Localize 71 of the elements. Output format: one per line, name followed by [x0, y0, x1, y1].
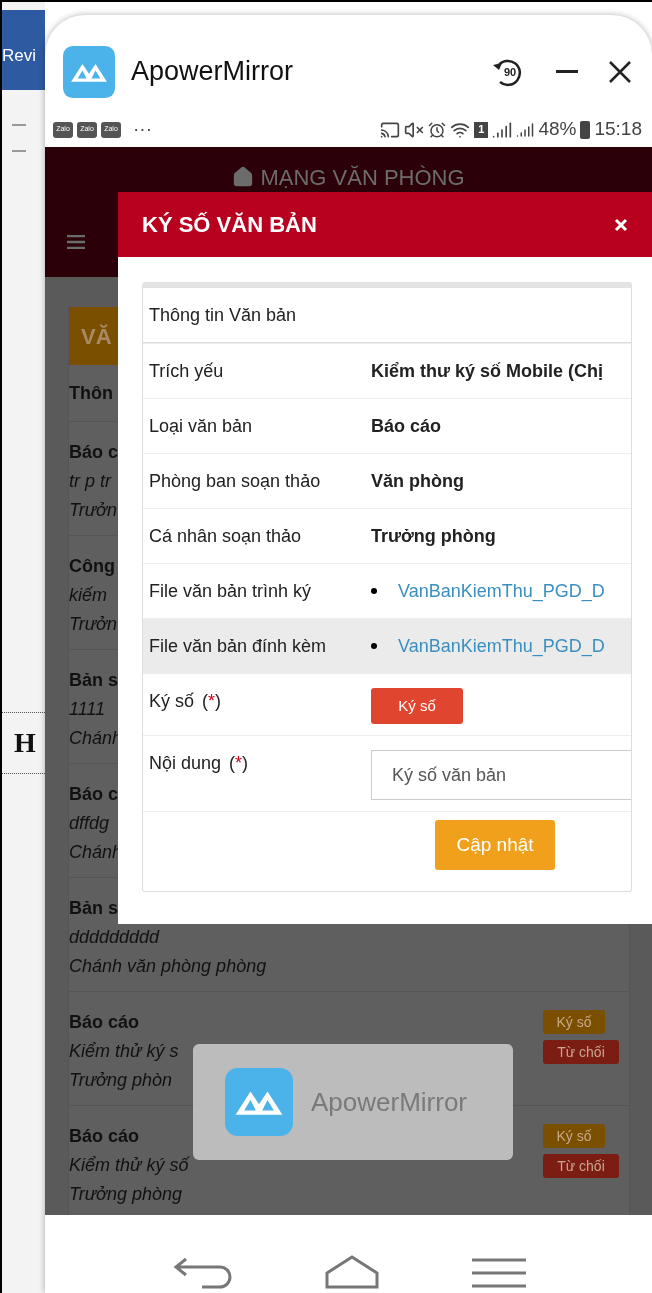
- battery-icon: [580, 120, 591, 139]
- document-title: Báo cáo: [69, 1125, 141, 1148]
- menu-icon[interactable]: [67, 235, 85, 249]
- bullet-icon: [371, 643, 377, 649]
- signal-icon: [516, 120, 535, 139]
- document-title: Báo c: [69, 441, 119, 464]
- document-author: Trưởn: [69, 499, 118, 522]
- file-link[interactable]: VanBanKiemThu_PGD_D: [398, 632, 605, 660]
- back-icon[interactable]: [171, 1255, 232, 1289]
- tab-text: Revi: [2, 44, 36, 67]
- minimize-icon[interactable]: [556, 69, 578, 74]
- document-author: Chánh văn phòng phòng: [69, 955, 267, 978]
- file-link[interactable]: VanBanKiemThu_PGD_D: [398, 577, 605, 605]
- document-summary: Kiểm thử ký s: [69, 1040, 179, 1063]
- document-summary: ddddddddd: [69, 926, 161, 949]
- field-label: File văn bản trình ký: [149, 579, 312, 603]
- home-icon: [232, 166, 255, 188]
- sign-badge[interactable]: Ký số: [543, 1010, 605, 1034]
- app-logo: [63, 45, 115, 98]
- modal-title: KÝ SỐ VĂN BẢN: [142, 211, 317, 239]
- heading-letter: H: [13, 726, 36, 760]
- site-title: MẠNG VĂN PHÒNG: [260, 163, 465, 192]
- document-summary: kiếm: [69, 584, 108, 607]
- document-summary: dffdg: [69, 812, 111, 835]
- menu-icon[interactable]: [471, 1257, 526, 1289]
- field-label: Cá nhân soạn thảo: [149, 524, 302, 548]
- document-author: Trưởng phòng: [69, 1183, 184, 1206]
- field-value: Báo cáo: [371, 415, 442, 436]
- document-summary: Kiểm thử ký số: [69, 1154, 189, 1177]
- field-label: Nội dung: [149, 752, 222, 775]
- field-label: File văn bản đính kèm: [149, 634, 327, 658]
- sign-button[interactable]: Ký số: [371, 688, 463, 724]
- update-button[interactable]: Cập nhật: [435, 820, 555, 870]
- document-title: Bản s: [69, 669, 120, 692]
- field-value: Kiểm thư ký số Mobile (Chị: [371, 360, 604, 381]
- field-value: Trưởng phòng: [371, 525, 496, 546]
- field-label: Phòng ban soạn thảo: [149, 469, 321, 493]
- alarm-icon: [428, 120, 447, 139]
- bullet-icon: [371, 588, 377, 594]
- document-title: Bản s: [69, 897, 120, 920]
- field-label: Ký số: [149, 690, 195, 713]
- field-label: Loại văn bản: [149, 414, 253, 438]
- section-title: Thôn: [69, 381, 113, 405]
- battery-level: 48%: [538, 117, 577, 142]
- document-summary: tr p tr: [69, 470, 113, 493]
- card-title: Thông tin Văn bản: [149, 303, 297, 327]
- document-summary: 1111: [69, 698, 107, 721]
- reject-badge[interactable]: Từ chối: [543, 1154, 619, 1178]
- document-title: Công: [69, 555, 116, 578]
- close-icon[interactable]: [608, 59, 632, 84]
- more-notifications: ···: [133, 117, 152, 142]
- window-title: ApowerMirror: [131, 55, 294, 89]
- content-field[interactable]: Ký số văn bản: [371, 750, 631, 800]
- mute-icon: [404, 119, 425, 140]
- list-icon: [12, 124, 26, 152]
- app-logo: [225, 1068, 293, 1136]
- panel-title: VĂ: [81, 322, 112, 351]
- home-icon[interactable]: [324, 1255, 379, 1289]
- reject-badge[interactable]: Từ chối: [543, 1040, 619, 1064]
- required-mark: (*): [202, 690, 222, 713]
- document-title: Báo cáo: [69, 1011, 141, 1034]
- sign-badge[interactable]: Ký số: [543, 1124, 605, 1148]
- document-author: Trưởng phòn: [69, 1069, 173, 1092]
- clock: 15:18: [594, 117, 642, 142]
- sim-slot: 1: [474, 121, 489, 138]
- field-value: Văn phòng: [371, 470, 464, 491]
- field-label: Trích yếu: [149, 359, 224, 383]
- document-title: Báo c: [69, 783, 120, 806]
- required-mark: (*): [229, 752, 249, 775]
- toast-title: ApowerMirror: [311, 1085, 468, 1119]
- document-author: Trưởn: [69, 613, 117, 636]
